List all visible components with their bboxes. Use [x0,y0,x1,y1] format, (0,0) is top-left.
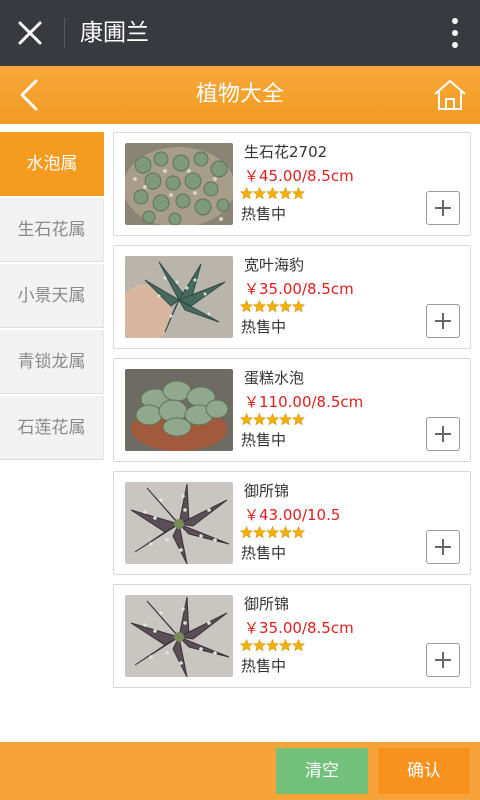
sidebar-item-shilianhua[interactable]: 石莲花属 [0,396,104,460]
more-options-icon[interactable] [450,16,460,50]
star-icon [292,300,305,313]
star-icon [240,300,253,313]
star-icon [253,187,266,200]
star-icon [253,526,266,539]
category-sidebar: 水泡属 生石花属 小景天属 青锁龙属 石莲花属 [0,124,104,460]
star-icon [266,300,279,313]
app-title-bar: 康圃兰 [0,0,480,66]
sidebar-item-shuipao[interactable]: 水泡属 [0,132,104,196]
star-icon [292,413,305,426]
star-icon [240,639,253,652]
sidebar-item-shengshihua[interactable]: 生石花属 [0,198,104,262]
product-image [125,369,233,451]
product-price: ￥35.00/8.5cm [244,280,354,298]
sale-status: 热售中 [241,544,287,562]
product-card[interactable]: 生石花2702 ￥45.00/8.5cm 热售中 [113,132,471,236]
product-card[interactable]: 御所锦 ￥43.00/10.5 热售中 [113,471,471,575]
rating-stars [240,300,305,314]
product-list: 生石花2702 ￥45.00/8.5cm 热售中 宽叶海豹 ￥35.00/8.5… [113,132,471,697]
rating-stars [240,413,305,427]
star-icon [292,639,305,652]
product-name: 蛋糕水泡 [244,369,305,387]
sale-status: 热售中 [241,657,287,675]
clear-button[interactable]: 清空 [276,748,368,794]
sidebar-item-qingsuolong[interactable]: 青锁龙属 [0,330,104,394]
product-name: 御所锦 [244,482,290,500]
plus-icon [435,539,451,555]
product-image [125,143,233,225]
product-price: ￥110.00/8.5cm [244,393,364,411]
rating-stars [240,526,305,540]
star-icon [266,526,279,539]
add-to-cart-button[interactable] [426,530,460,564]
product-name: 生石花2702 [244,143,328,161]
add-to-cart-button[interactable] [426,643,460,677]
star-icon [253,300,266,313]
product-price: ￥35.00/8.5cm [244,619,354,637]
product-card[interactable]: 宽叶海豹 ￥35.00/8.5cm 热售中 [113,245,471,349]
star-icon [279,526,292,539]
page-title: 植物大全 [195,82,284,107]
star-icon [240,187,253,200]
plus-icon [435,200,451,216]
rating-stars [240,639,305,653]
star-icon [266,639,279,652]
sale-status: 热售中 [241,431,287,449]
star-icon [279,187,292,200]
plus-icon [435,652,451,668]
star-icon [279,639,292,652]
product-price: ￥45.00/8.5cm [244,167,354,185]
plus-icon [435,426,451,442]
product-image [125,256,233,338]
product-image [125,595,233,677]
title-separator [64,18,65,48]
star-icon [279,300,292,313]
star-icon [266,413,279,426]
star-icon [292,187,305,200]
star-icon [240,526,253,539]
page-header: 植物大全 [0,66,480,124]
star-icon [253,639,266,652]
sale-status: 热售中 [241,318,287,336]
star-icon [279,413,292,426]
star-icon [240,413,253,426]
add-to-cart-button[interactable] [426,191,460,225]
sidebar-item-xiaojingtian[interactable]: 小景天属 [0,264,104,328]
product-image [125,482,233,564]
confirm-button[interactable]: 确认 [378,748,470,794]
sale-status: 热售中 [241,205,287,223]
bottom-action-bar: 清空 确认 [0,742,480,800]
product-card[interactable]: 御所锦 ￥35.00/8.5cm 热售中 [113,584,471,688]
product-card[interactable]: 蛋糕水泡 ￥110.00/8.5cm 热售中 [113,358,471,462]
product-price: ￥43.00/10.5 [244,506,341,524]
add-to-cart-button[interactable] [426,304,460,338]
product-name: 宽叶海豹 [244,256,305,274]
close-icon[interactable] [14,17,46,49]
star-icon [292,526,305,539]
star-icon [266,187,279,200]
rating-stars [240,187,305,201]
product-name: 御所锦 [244,595,290,613]
star-icon [253,413,266,426]
app-title: 康圃兰 [80,20,149,46]
home-icon[interactable] [432,78,468,112]
add-to-cart-button[interactable] [426,417,460,451]
plus-icon [435,313,451,329]
